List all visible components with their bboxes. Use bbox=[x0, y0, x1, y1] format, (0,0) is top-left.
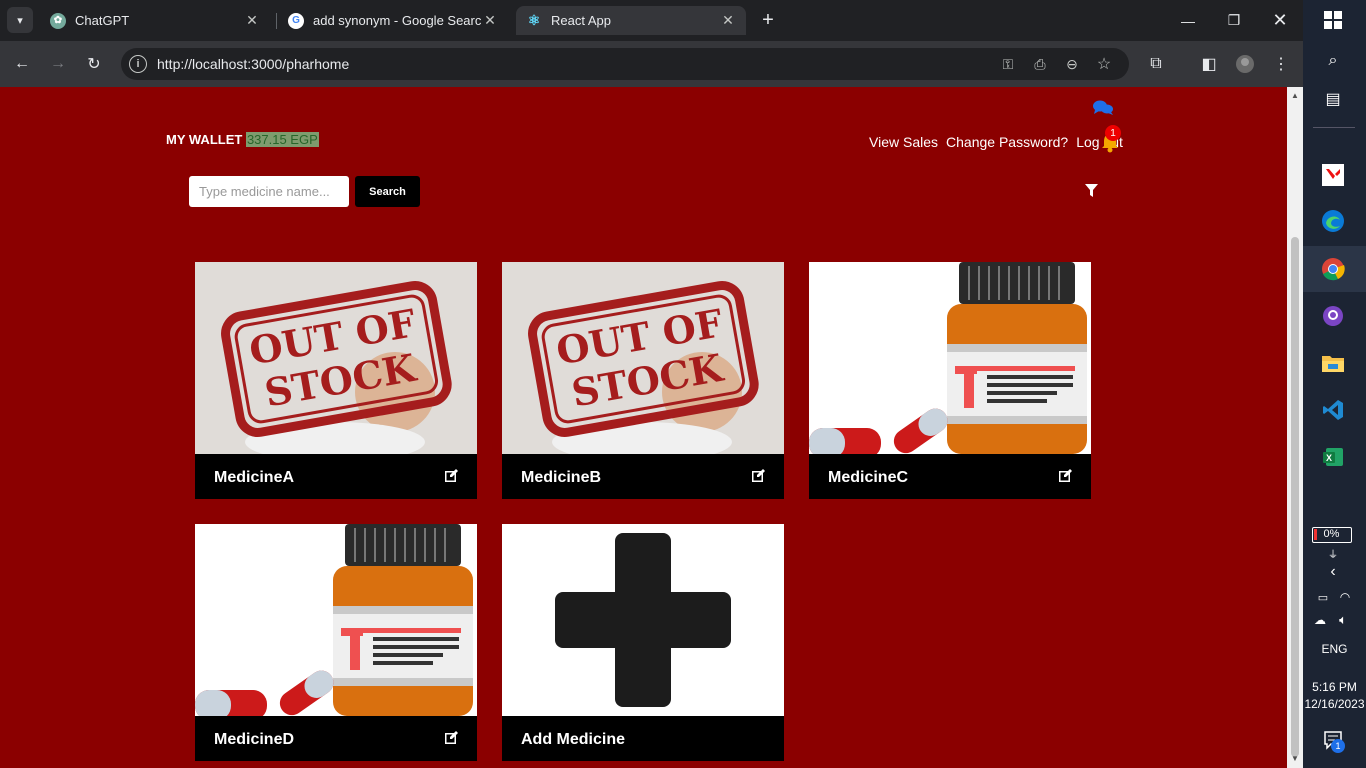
install-app-icon[interactable]: ⎙ bbox=[1030, 54, 1050, 74]
tab-react-app[interactable]: ⚛ React App ✕ bbox=[516, 6, 746, 35]
extensions-icon[interactable]: ⧉ bbox=[1143, 51, 1169, 77]
edit-icon[interactable] bbox=[752, 469, 765, 482]
header-nav: View Sales Change Password? Log out bbox=[869, 134, 1123, 150]
card-title: MedicineA bbox=[214, 469, 295, 486]
chatgpt-icon: ✿ bbox=[50, 12, 66, 29]
bookmark-star-icon[interactable]: ☆ bbox=[1094, 54, 1114, 74]
page-scrollbar[interactable]: ▲ ▼ bbox=[1287, 87, 1303, 768]
wallet: MY WALLET 337.15 EGP bbox=[166, 132, 319, 147]
edit-icon[interactable] bbox=[445, 731, 458, 744]
chrome-icon[interactable] bbox=[1320, 256, 1346, 282]
tab-chatgpt[interactable]: ✿ ChatGPT ✕ bbox=[40, 6, 270, 35]
medicine-card-d[interactable]: MedicineD bbox=[195, 524, 477, 761]
edit-icon[interactable] bbox=[1059, 469, 1072, 482]
page-content: MY WALLET 337.15 EGP View Sales Change P… bbox=[0, 87, 1287, 768]
search-button[interactable]: Search bbox=[355, 176, 420, 207]
show-hidden-icons-chevron[interactable]: ‹ bbox=[1320, 559, 1346, 585]
window-close-icon[interactable]: ✕ bbox=[1257, 0, 1303, 41]
view-sales-link[interactable]: View Sales bbox=[869, 134, 938, 150]
medicine-bottle-image bbox=[195, 524, 477, 716]
edge-icon[interactable] bbox=[1320, 208, 1346, 234]
medicine-card-c[interactable]: MedicineC bbox=[809, 262, 1091, 499]
taskbar-divider bbox=[1313, 127, 1355, 128]
notification-badge: 1 bbox=[1105, 125, 1121, 141]
notification-center-badge: 1 bbox=[1331, 739, 1345, 753]
add-medicine-card[interactable]: Add Medicine bbox=[502, 524, 784, 761]
tab-strip: ▾ ✿ ChatGPT ✕ G add synonym - Google Sea… bbox=[0, 0, 1303, 41]
google-icon: G bbox=[288, 12, 304, 29]
task-view-icon[interactable]: ▤ bbox=[1320, 86, 1346, 112]
scroll-thumb[interactable] bbox=[1291, 237, 1299, 757]
card-title: MedicineC bbox=[828, 469, 909, 486]
excel-icon[interactable]: X bbox=[1320, 444, 1346, 470]
scroll-down-icon[interactable]: ▼ bbox=[1290, 754, 1300, 764]
reload-icon[interactable]: ↻ bbox=[81, 51, 107, 77]
tab-divider bbox=[276, 13, 277, 29]
out-of-stock-image: OUT OF STOCK bbox=[502, 262, 784, 454]
scroll-up-icon[interactable]: ▲ bbox=[1290, 91, 1300, 101]
filter-icon[interactable] bbox=[1085, 184, 1098, 198]
vscode-icon[interactable] bbox=[1320, 397, 1346, 423]
address-bar[interactable]: i http://localhost:3000/pharhome ⚿ ⎙ ⊖ ☆ bbox=[121, 48, 1129, 80]
new-tab-icon[interactable]: + bbox=[757, 9, 779, 31]
windows-start-icon[interactable] bbox=[1320, 7, 1346, 33]
card-title: MedicineD bbox=[214, 731, 295, 748]
tab-title: add synonym - Google Search bbox=[313, 13, 482, 28]
key-icon[interactable]: ⚿ bbox=[998, 54, 1018, 74]
close-icon[interactable]: ✕ bbox=[482, 12, 498, 29]
react-icon: ⚛ bbox=[527, 12, 541, 28]
back-icon[interactable]: ← bbox=[9, 51, 35, 77]
tab-title: React App bbox=[551, 13, 611, 28]
tab-google[interactable]: G add synonym - Google Search ✕ bbox=[278, 6, 508, 35]
chat-icon[interactable] bbox=[1092, 99, 1114, 117]
browser-window: ▾ ✿ ChatGPT ✕ G add synonym - Google Sea… bbox=[0, 0, 1303, 768]
medicine-search-input[interactable] bbox=[189, 176, 349, 207]
clock-date[interactable]: 12/16/2023 bbox=[1303, 697, 1366, 711]
url-text[interactable]: http://localhost:3000/pharhome bbox=[157, 56, 349, 72]
browser-toolbar: ← → ↻ i http://localhost:3000/pharhome ⚿… bbox=[0, 41, 1303, 87]
plus-icon bbox=[502, 524, 784, 716]
wallet-label: MY WALLET bbox=[166, 132, 243, 147]
valorant-icon[interactable] bbox=[1320, 162, 1346, 188]
medicine-card-b[interactable]: OUT OF STOCK MedicineB bbox=[502, 262, 784, 499]
menu-kebab-icon[interactable]: ⋮ bbox=[1268, 51, 1294, 77]
restore-icon[interactable]: ❐ bbox=[1211, 0, 1257, 41]
profile-avatar[interactable] bbox=[1232, 51, 1258, 77]
tab-title: ChatGPT bbox=[75, 13, 130, 28]
card-title: Add Medicine bbox=[521, 731, 626, 748]
medicine-bottle-image bbox=[809, 262, 1091, 454]
out-of-stock-image: OUT OF STOCK bbox=[195, 262, 477, 454]
clock-time[interactable]: 5:16 PM bbox=[1303, 680, 1366, 694]
language-indicator[interactable]: ENG bbox=[1303, 642, 1366, 656]
github-desktop-icon[interactable] bbox=[1320, 303, 1346, 329]
change-password-link[interactable]: Change Password? bbox=[946, 134, 1068, 150]
svg-text:X: X bbox=[1326, 453, 1332, 463]
edit-icon[interactable] bbox=[445, 469, 458, 482]
card-title: MedicineB bbox=[521, 469, 602, 486]
wallet-amount: 337.15 EGP bbox=[245, 132, 319, 147]
close-icon[interactable]: ✕ bbox=[720, 12, 736, 29]
zoom-out-icon[interactable]: ⊖ bbox=[1062, 54, 1082, 74]
volume-icon[interactable]: 🔈︎ bbox=[1330, 607, 1356, 633]
tab-search-icon[interactable]: ▾ bbox=[7, 7, 33, 33]
site-info-icon[interactable]: i bbox=[129, 55, 147, 73]
file-explorer-icon[interactable] bbox=[1320, 350, 1346, 376]
search-icon[interactable]: ⌕ bbox=[1320, 48, 1346, 74]
side-panel-icon[interactable]: ◧ bbox=[1196, 51, 1222, 77]
medicine-card-a[interactable]: OUT OF STOCK MedicineA bbox=[195, 262, 477, 499]
forward-icon[interactable]: → bbox=[45, 51, 71, 77]
minimize-icon[interactable]: — bbox=[1165, 0, 1211, 41]
close-icon[interactable]: ✕ bbox=[244, 12, 260, 29]
